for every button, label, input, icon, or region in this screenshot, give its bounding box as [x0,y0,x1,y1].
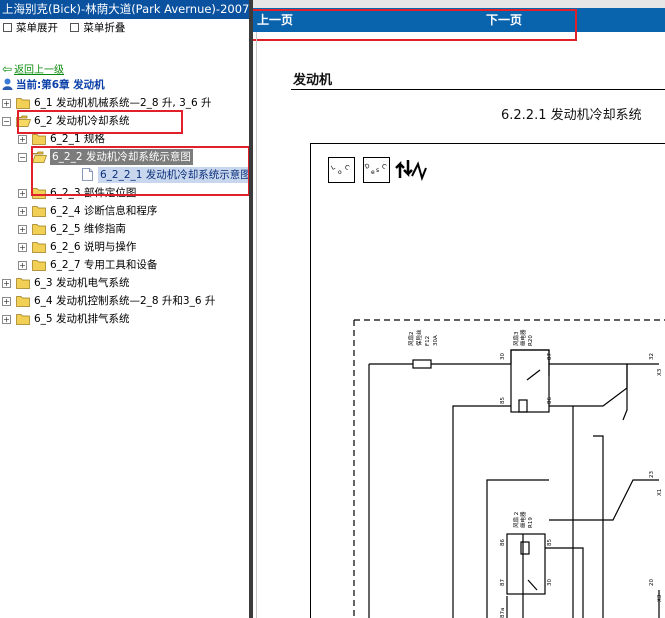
folder-icon [16,295,31,307]
tree-item[interactable]: +6_4 发动机控制系统—2_8 升和3_6 升 [0,293,249,309]
tree-item[interactable]: +6_2_4 诊断信息和程序 [0,203,249,219]
tree-item-label: 6_2_3 部件定位图 [50,187,137,199]
desc-icon[interactable]: D e s C [363,157,390,183]
tree-item[interactable]: +6_2_5 维修指南 [0,221,249,237]
tree-item[interactable]: +6_2_1 规格 [0,131,249,147]
prev-page-button[interactable]: 上一页 [257,8,293,32]
diagram-frame [310,143,665,618]
tree-item-label: 6_2_2_1 发动机冷却系统示意图 [98,167,249,183]
tree-item[interactable]: +6_1 发动机机械系统—2_8 升, 3_6 升 [0,95,249,111]
folder-icon [16,277,31,289]
section-heading: 发动机 [293,73,333,88]
window-title: 上海别克(Bick)-林荫大道(Park Avernue)-2007 [0,0,249,19]
open-folder-icon [16,115,31,127]
folder-icon [32,205,47,217]
svg-text:o: o [338,169,342,176]
doc-icon-bar: L o C D e s C [328,157,427,183]
tree-item-label: 6_2 发动机冷却系统 [34,115,130,127]
current-location-label: 当前:第6章 发动机 [16,79,105,91]
expand-menu-label: 菜单展开 [16,22,58,34]
folder-icon [16,313,31,325]
tree-item-label: 6_2_6 说明与操作 [50,241,137,253]
user-icon [2,78,13,90]
expand-toggle-icon[interactable]: + [18,135,27,144]
collapse-menu-label: 菜单折叠 [83,22,126,34]
back-link-label: 返回上一级 [14,65,65,76]
tree-item[interactable]: − 6_2 发动机冷却系统 [0,113,249,129]
expand-toggle-icon[interactable]: + [2,99,11,108]
tree-item-label: 6_2_4 诊断信息和程序 [50,205,158,217]
folder-icon [32,259,47,271]
tree-item-label: 6_2_5 维修指南 [50,223,126,235]
tree-item[interactable]: − 6_2_2 发动机冷却系统示意图 [0,149,249,165]
collapse-icon [70,23,80,32]
expand-toggle-icon[interactable]: + [18,261,27,270]
tree-item-label: 6_2_1 规格 [50,133,105,145]
tree-item[interactable]: +6_2_3 部件定位图 [0,185,249,201]
collapse-toggle-icon[interactable]: − [2,117,11,126]
svg-text:e: e [371,169,375,176]
folder-icon [32,241,47,253]
expand-toggle-icon[interactable]: + [2,315,11,324]
open-folder-icon [32,151,47,163]
folder-icon [32,223,47,235]
tree-item-label: 6_1 发动机机械系统—2_8 升, 3_6 升 [34,97,212,109]
section-divider [291,89,665,90]
tree-item[interactable]: 6_2_2_1 发动机冷却系统示意图 [0,167,249,183]
back-link[interactable]: ⇦ 返回上一级 [2,62,64,76]
tree-item-label: 6_2_2 发动机冷却系统示意图 [50,149,193,165]
page-nav-bar: 上一页 下一页 [253,8,665,32]
loc-icon[interactable]: L o C [328,157,355,183]
folder-icon [16,97,31,109]
expand-toggle-icon[interactable]: + [18,207,27,216]
expand-toggle-icon[interactable]: + [18,243,27,252]
tree-item[interactable]: +6_3 发动机电气系统 [0,275,249,291]
wiring-icon[interactable] [395,160,427,182]
tree-item-label: 6_4 发动机控制系统—2_8 升和3_6 升 [34,295,216,307]
expand-toggle-icon[interactable]: + [2,279,11,288]
tree-item-label: 6_3 发动机电气系统 [34,277,130,289]
back-arrow-icon: ⇦ [2,62,13,76]
document-panel: 上一页 下一页 发动机 6.2.2.1 发动机冷却系统 L o C D e s … [253,0,665,618]
tree-item[interactable]: +6_5 发动机排气系统 [0,311,249,327]
collapse-menu-button[interactable]: 菜单折叠 [69,22,129,34]
folder-icon [32,187,47,199]
tree-item[interactable]: +6_2_6 说明与操作 [0,239,249,255]
folder-icon [32,133,47,145]
expand-icon [3,23,12,32]
expand-menu-button[interactable]: 菜单展开 [2,22,62,34]
figure-title: 6.2.2.1 发动机冷却系统 [501,108,642,123]
svg-text:s: s [376,167,379,174]
expand-toggle-icon[interactable]: + [2,297,11,306]
next-page-button[interactable]: 下一页 [486,8,522,32]
collapse-toggle-icon[interactable]: − [18,153,27,162]
menu-bar: 菜单展开 菜单折叠 [0,19,249,37]
tree-item-label: 6_5 发动机排气系统 [34,313,130,325]
current-location: 当前:第6章 发动机 [2,78,105,93]
expand-toggle-icon[interactable]: + [18,189,27,198]
document-icon [82,168,93,181]
expand-toggle-icon[interactable]: + [18,225,27,234]
tree-item-label: 6_2_7 专用工具和设备 [50,259,158,271]
navigation-panel: 上海别克(Bick)-林荫大道(Park Avernue)-2007 菜单展开 … [0,0,249,618]
tree-item[interactable]: +6_2_7 专用工具和设备 [0,257,249,273]
